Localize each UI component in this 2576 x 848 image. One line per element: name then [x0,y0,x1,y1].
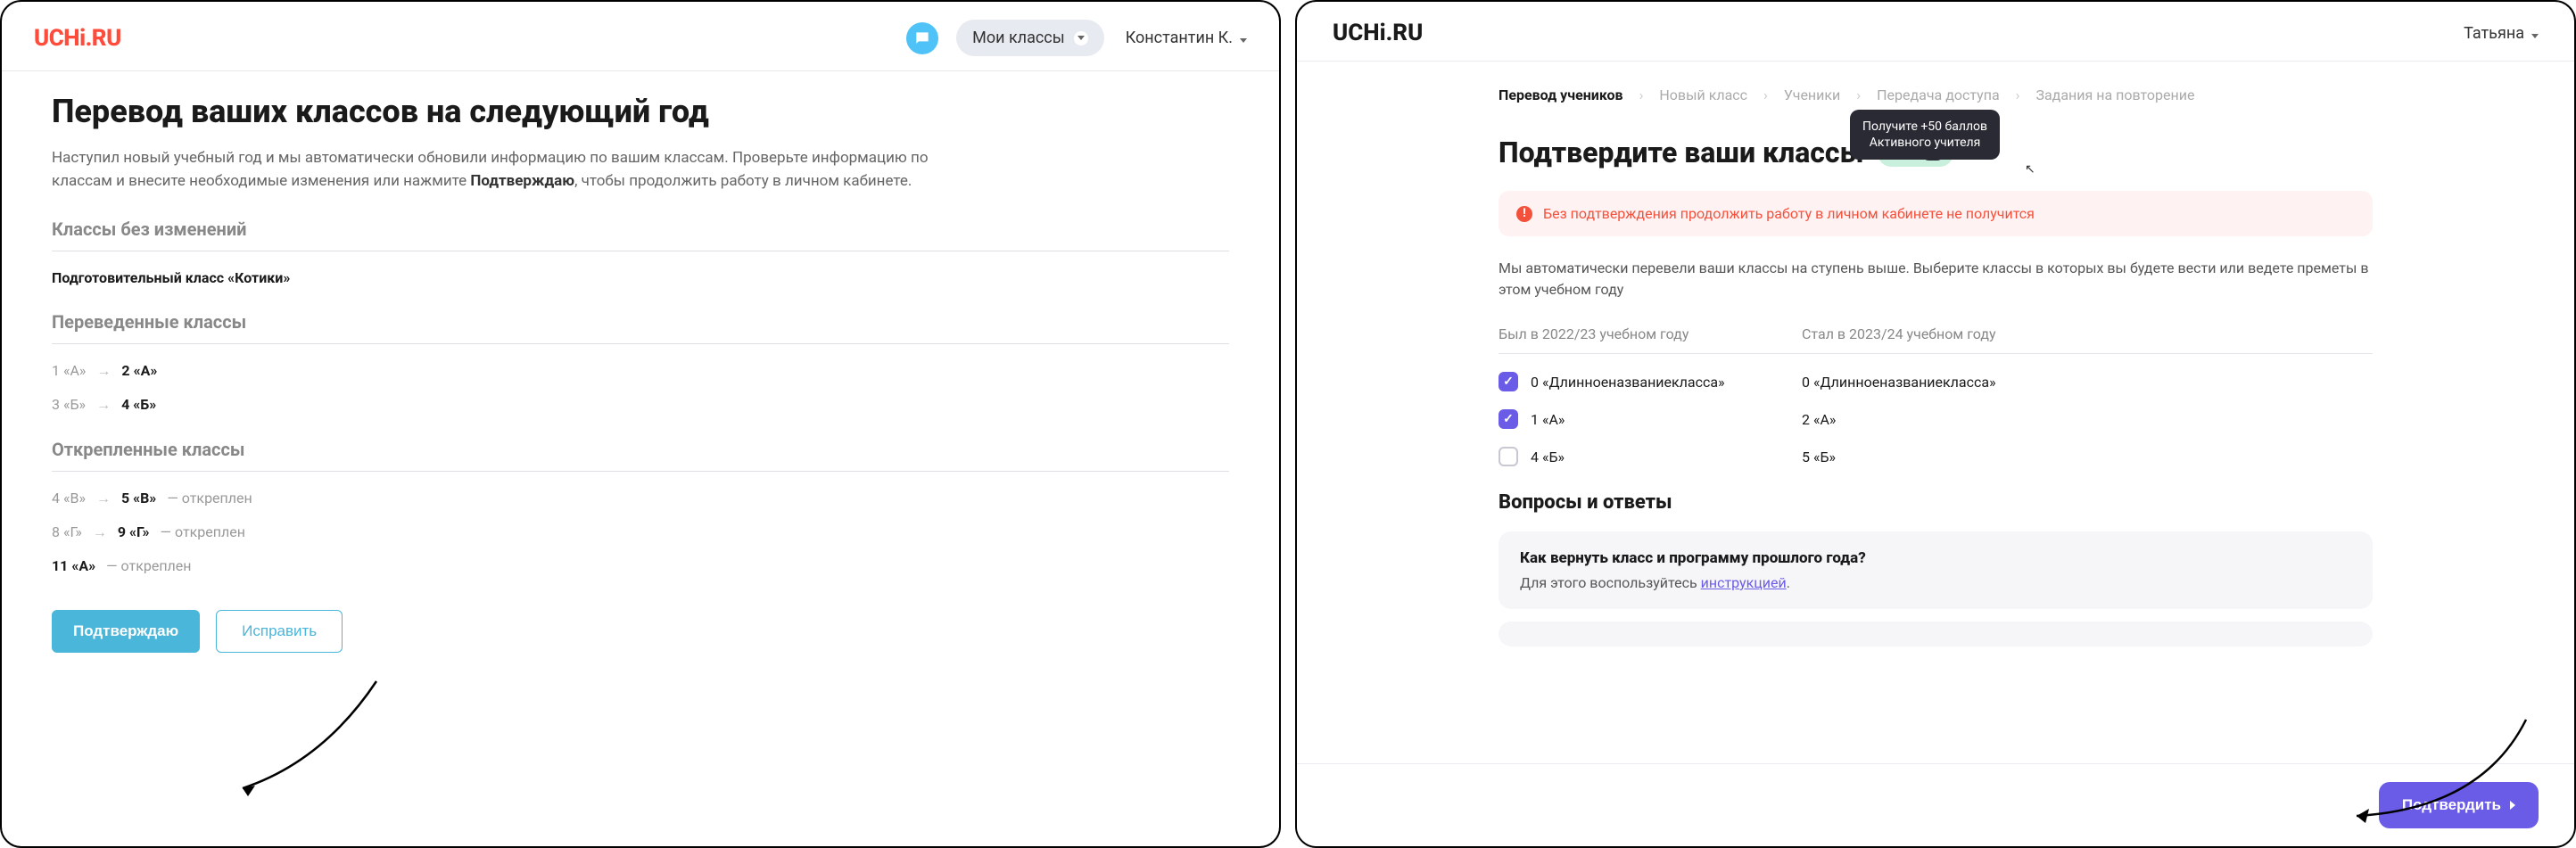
class-was: 4 «Б» [1531,449,1565,465]
header-right: UCHi.RU Татьяна [1297,2,2574,61]
confirm-button[interactable]: Подтверждаю [52,610,200,653]
class-transferred-row: 1 «А» → 2 «А» [52,362,1229,380]
class-was: 0 «Длинноеназваниекласса» [1531,374,1725,391]
class-now: 2 «А» [1802,411,2105,428]
faq-answer: Для этого воспользуйтесь инструкцией. [1520,574,2351,591]
section-detached: Открепленные классы [52,439,1229,472]
annotation-arrow [225,672,385,806]
page-title: Перевод ваших классов на следующий год [52,93,1229,130]
col-now: Стал в 2023/24 учебном году [1802,325,2105,342]
arrow-right-icon: → [96,490,111,507]
footer: Подтвердить [1297,763,2574,846]
step-1[interactable]: Перевод учеников [1499,86,1623,103]
faq-title: Вопросы и ответы [1499,491,2373,514]
chevron-right-icon [2510,801,2515,810]
user-menu[interactable]: Константин К. [1126,29,1247,47]
class-transferred-row: 3 «Б» → 4 «Б» [52,396,1229,414]
chevron-right-icon: › [1763,86,1768,103]
legacy-screen: UCHi.RU Мои классы Константин К. Перевод… [0,0,1281,848]
chevron-down-icon [1074,31,1088,45]
faq-question: Как вернуть класс и программу прошлого г… [1520,549,2351,567]
section-unchanged: Классы без изменений [52,218,1229,251]
page-description: Мы автоматически перевели ваши классы на… [1499,258,2373,301]
user-name: Константин К. [1126,29,1233,47]
class-detached-row: 4 «В» → 5 «В» — откреплен [52,490,1229,507]
logo: UCHi.RU [34,25,121,52]
chevron-right-icon: › [1856,86,1861,103]
alert-icon: ! [1516,206,1532,222]
warning-banner: ! Без подтверждения продолжить работу в … [1499,191,2373,236]
class-checkbox[interactable] [1499,372,1518,391]
chat-icon[interactable] [906,22,938,54]
class-was: 1 «А» [1531,411,1565,428]
arrow-right-icon: → [96,362,111,380]
my-classes-label: Мои классы [972,29,1065,47]
section-transferred: Переведенные классы [52,311,1229,344]
class-detached-row: 11 «А» — откреплен [52,557,1229,574]
breadcrumb: Перевод учеников › Новый класс › Ученики… [1499,86,2373,103]
step-5[interactable]: Задания на повторение [2035,86,2194,103]
logo: UCHi.RU [1333,20,1423,46]
class-row: 4 «Б» 5 «Б» [1499,447,2373,466]
class-row: 0 «Длинноеназваниекласса» 0 «Длинноеназв… [1499,372,2373,391]
step-4[interactable]: Передача доступа [1877,86,2000,103]
chevron-down-icon [1240,29,1247,47]
right-content: Перевод учеников › Новый класс › Ученики… [1499,62,2373,646]
instruction-link[interactable]: инструкцией [1701,574,1787,591]
points-tooltip: Получите +50 баллов Активного учителя [1850,110,2000,160]
chevron-right-icon: › [2016,86,2020,103]
user-menu[interactable]: Татьяна [2464,24,2539,43]
header-left: UCHi.RU Мои классы Константин К. [2,2,1279,71]
class-checkbox[interactable] [1499,447,1518,466]
class-unchanged-row: Подготовительный класс «Котики» [52,269,1229,286]
arrow-right-icon: → [96,396,111,414]
page-title: Подтвердите ваши классы [1499,136,1863,169]
class-now: 5 «Б» [1802,449,2105,465]
actions: Подтверждаю Исправить [52,610,1229,653]
class-now: 0 «Длинноеназваниекласса» [1802,374,2105,391]
chevron-down-icon [2531,24,2539,43]
chevron-right-icon: › [1639,86,1644,103]
page-description: Наступил новый учебный год и мы автомати… [52,146,944,193]
confirm-label: Подтвердить [2402,796,2501,814]
class-detached-row: 8 «Г» → 9 «Г» — откреплен [52,523,1229,541]
left-content: Перевод ваших классов на следующий год Н… [2,71,1279,674]
my-classes-dropdown[interactable]: Мои классы [956,20,1104,56]
confirm-button[interactable]: Подтвердить [2379,782,2539,828]
class-row: 1 «А» 2 «А» [1499,409,2373,429]
new-screen: UCHi.RU Татьяна Перевод учеников › Новый… [1295,0,2576,848]
table-header: Был в 2022/23 учебном году Стал в 2023/2… [1499,325,2373,354]
step-2[interactable]: Новый класс [1659,86,1747,103]
col-was: Был в 2022/23 учебном году [1499,325,1802,342]
fix-button[interactable]: Исправить [216,610,343,653]
faq-card-collapsed [1499,622,2373,646]
class-checkbox[interactable] [1499,409,1518,429]
user-name: Татьяна [2464,24,2524,43]
arrow-right-icon: → [93,523,107,541]
step-3[interactable]: Ученики [1784,86,1840,103]
alert-text: Без подтверждения продолжить работу в ли… [1543,205,2035,222]
cursor-icon: ↖ [2025,162,2035,177]
faq-card: Как вернуть класс и программу прошлого г… [1499,531,2373,609]
